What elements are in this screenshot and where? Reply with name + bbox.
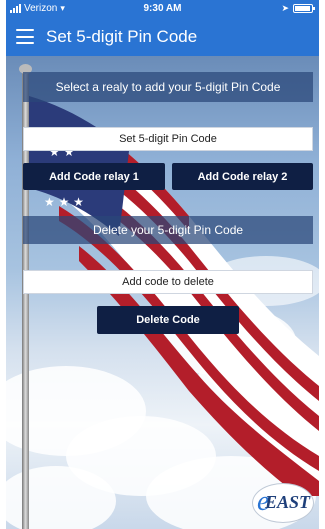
delete-code-button[interactable]: Delete Code: [97, 306, 239, 334]
status-right: ➤: [281, 3, 315, 14]
menu-icon[interactable]: [16, 29, 34, 44]
pin-code-placeholder: Set 5-digit Pin Code: [119, 133, 217, 145]
pin-code-input[interactable]: Set 5-digit Pin Code: [23, 127, 313, 151]
delete-pin-text: Delete your 5-digit Pin Code: [92, 223, 244, 237]
delete-code-label: Delete Code: [136, 314, 200, 326]
svg-text:★ ★ ★: ★ ★ ★: [44, 195, 84, 209]
delete-code-input[interactable]: Add code to delete: [23, 270, 313, 294]
status-time: 9:30 AM: [143, 3, 182, 14]
location-icon: ➤: [281, 3, 289, 13]
company-logo: e EAST: [252, 483, 314, 523]
status-bar: Verizon ▾ 9:30 AM ➤: [6, 0, 319, 18]
app-screen: Verizon ▾ 9:30 AM ➤ Set 5-digit Pin Code: [6, 0, 319, 529]
logo-text: EAST: [265, 492, 311, 512]
delete-pin-banner: Delete your 5-digit Pin Code: [23, 216, 313, 244]
american-flag: ★ ★ ★ ★ ★ ★ ★: [29, 96, 319, 496]
add-code-relay-2-label: Add Code relay 2: [197, 170, 288, 183]
app-bar: Set 5-digit Pin Code: [6, 18, 319, 56]
page-title: Set 5-digit Pin Code: [46, 27, 198, 46]
add-code-relay-1-label: Add Code relay 1: [49, 170, 139, 183]
add-code-relay-2-button[interactable]: Add Code relay 2: [172, 163, 313, 190]
delete-code-placeholder: Add code to delete: [122, 276, 214, 288]
add-code-relay-1-button[interactable]: Add Code relay 1: [23, 163, 165, 190]
select-relay-text: Select a realy to add your 5-digit Pin C…: [55, 80, 281, 94]
select-relay-banner: Select a realy to add your 5-digit Pin C…: [23, 72, 313, 102]
battery-icon: [293, 4, 315, 13]
